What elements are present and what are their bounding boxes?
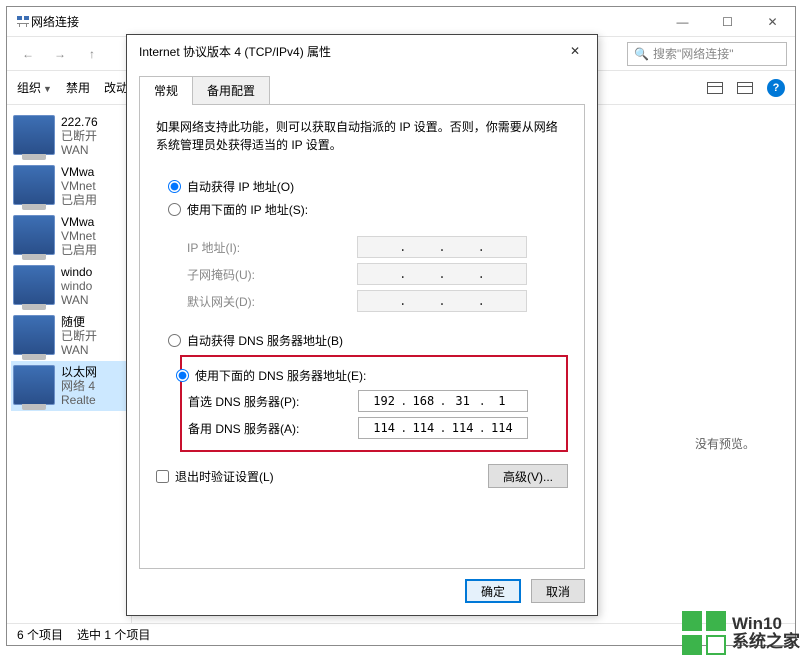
no-preview-label: 没有预览。: [695, 435, 755, 452]
dns-alternate-input[interactable]: 114. 114. 114. 114: [358, 417, 528, 439]
item-count: 6 个项目: [17, 626, 63, 643]
connection-item[interactable]: 222.76 已断开 WAN: [11, 111, 131, 161]
dns-manual-group: 使用下面的 DNS 服务器地址(E): 首选 DNS 服务器(P): 192. …: [180, 355, 568, 452]
dialog-titlebar: Internet 协议版本 4 (TCP/IPv4) 属性 ✕: [127, 35, 597, 67]
conn-status: VMnet: [61, 179, 97, 193]
conn-status: 已断开: [61, 329, 97, 343]
dns-preferred-label: 首选 DNS 服务器(P):: [188, 393, 358, 410]
default-gateway-label: 默认网关(D):: [187, 293, 357, 310]
watermark-line2: 系统之家: [732, 633, 800, 651]
default-gateway-input: ...: [357, 290, 527, 312]
conn-name: 以太网: [61, 365, 97, 379]
minimize-button[interactable]: —: [660, 7, 705, 36]
tab-general[interactable]: 常规: [139, 76, 193, 104]
ip-manual-label: 使用下面的 IP 地址(S):: [187, 201, 308, 218]
ok-button[interactable]: 确定: [465, 579, 521, 603]
adapter-icon: [13, 265, 55, 305]
dns-preferred-input[interactable]: 192. 168. 31. 1: [358, 390, 528, 412]
conn-device: WAN: [61, 143, 98, 157]
tab-page-general: 如果网络支持此功能，则可以获取自动指派的 IP 设置。否则，你需要从网络系统管理…: [139, 104, 585, 569]
watermark-line1: Win10: [732, 615, 800, 633]
adapter-icon: [13, 115, 55, 155]
close-button[interactable]: ✕: [750, 7, 795, 36]
conn-device: WAN: [61, 293, 92, 307]
search-input[interactable]: 🔍 搜索"网络连接": [627, 42, 787, 66]
adapter-icon: [13, 165, 55, 205]
conn-name: 222.76: [61, 115, 98, 129]
description-text: 如果网络支持此功能，则可以获取自动指派的 IP 设置。否则，你需要从网络系统管理…: [156, 118, 568, 154]
conn-name: VMwa: [61, 215, 97, 229]
conn-status: VMnet: [61, 229, 97, 243]
ip-fields: IP 地址(I): ... 子网掩码(U): ... 默认网关(D): ...: [180, 224, 568, 324]
adapter-icon: [13, 215, 55, 255]
conn-name: windo: [61, 265, 92, 279]
ipv4-properties-dialog: Internet 协议版本 4 (TCP/IPv4) 属性 ✕ 常规 备用配置 …: [126, 34, 598, 616]
forward-button[interactable]: →: [47, 41, 73, 67]
window-title: 网络连接: [31, 13, 660, 30]
connection-item[interactable]: VMwa VMnet 已启用: [11, 161, 131, 211]
conn-device: 已启用: [61, 193, 97, 207]
adapter-icon: [13, 315, 55, 355]
ip-auto-radio[interactable]: 自动获得 IP 地址(O): [168, 178, 568, 195]
titlebar: 网络连接 — ☐ ✕: [7, 7, 795, 37]
selected-count: 选中 1 个项目: [77, 626, 150, 643]
status-bar: 6 个项目 选中 1 个项目: [7, 623, 795, 645]
maximize-button[interactable]: ☐: [705, 7, 750, 36]
tab-alternate[interactable]: 备用配置: [192, 76, 270, 104]
dialog-title: Internet 协议版本 4 (TCP/IPv4) 属性: [139, 43, 553, 60]
search-placeholder: 搜索"网络连接": [653, 45, 734, 62]
connection-item[interactable]: 随便 已断开 WAN: [11, 311, 131, 361]
back-button[interactable]: ←: [15, 41, 41, 67]
conn-name: 随便: [61, 315, 97, 329]
view-icon[interactable]: [707, 82, 723, 94]
disable-button[interactable]: 禁用: [66, 79, 90, 96]
conn-device: 已启用: [61, 243, 97, 257]
dns-manual-label: 使用下面的 DNS 服务器地址(E):: [195, 367, 366, 384]
advanced-button[interactable]: 高级(V)...: [488, 464, 568, 488]
conn-name: VMwa: [61, 165, 97, 179]
connection-list: 222.76 已断开 WAN VMwa VMnet 已启用 VMwa VMnet: [7, 105, 131, 623]
network-icon: [15, 14, 31, 30]
up-button[interactable]: ↑: [79, 41, 105, 67]
help-icon[interactable]: ?: [767, 79, 785, 97]
connection-item[interactable]: windo windo WAN: [11, 261, 131, 311]
watermark: Win10 系统之家: [682, 611, 800, 655]
watermark-logo-icon: [682, 611, 726, 655]
dns-manual-radio[interactable]: 使用下面的 DNS 服务器地址(E):: [176, 367, 560, 384]
ip-auto-label: 自动获得 IP 地址(O): [187, 178, 294, 195]
dns-alternate-label: 备用 DNS 服务器(A):: [188, 420, 358, 437]
conn-status: 已断开: [61, 129, 98, 143]
search-icon: 🔍: [634, 47, 649, 61]
subnet-mask-input: ...: [357, 263, 527, 285]
cancel-button[interactable]: 取消: [531, 579, 585, 603]
connection-item[interactable]: 以太网 网络 4 Realte: [11, 361, 131, 411]
preview-pane-toggle[interactable]: [737, 82, 753, 94]
dns-auto-label: 自动获得 DNS 服务器地址(B): [187, 332, 343, 349]
conn-device: WAN: [61, 343, 97, 357]
conn-status: windo: [61, 279, 92, 293]
validate-on-exit-checkbox[interactable]: 退出时验证设置(L): [156, 468, 274, 485]
validate-label: 退出时验证设置(L): [175, 468, 274, 485]
ip-address-input: ...: [357, 236, 527, 258]
subnet-mask-label: 子网掩码(U):: [187, 266, 357, 283]
connection-item[interactable]: VMwa VMnet 已启用: [11, 211, 131, 261]
conn-status: 网络 4: [61, 379, 97, 393]
tab-strip: 常规 备用配置: [139, 76, 585, 105]
dns-auto-radio[interactable]: 自动获得 DNS 服务器地址(B): [168, 332, 568, 349]
ip-manual-radio[interactable]: 使用下面的 IP 地址(S):: [168, 201, 568, 218]
dialog-buttons: 确定 取消: [127, 569, 597, 615]
ip-address-label: IP 地址(I):: [187, 239, 357, 256]
dialog-close-button[interactable]: ✕: [553, 36, 597, 67]
conn-device: Realte: [61, 393, 97, 407]
adapter-icon: [13, 365, 55, 405]
organize-menu[interactable]: 组织▼: [17, 79, 52, 96]
